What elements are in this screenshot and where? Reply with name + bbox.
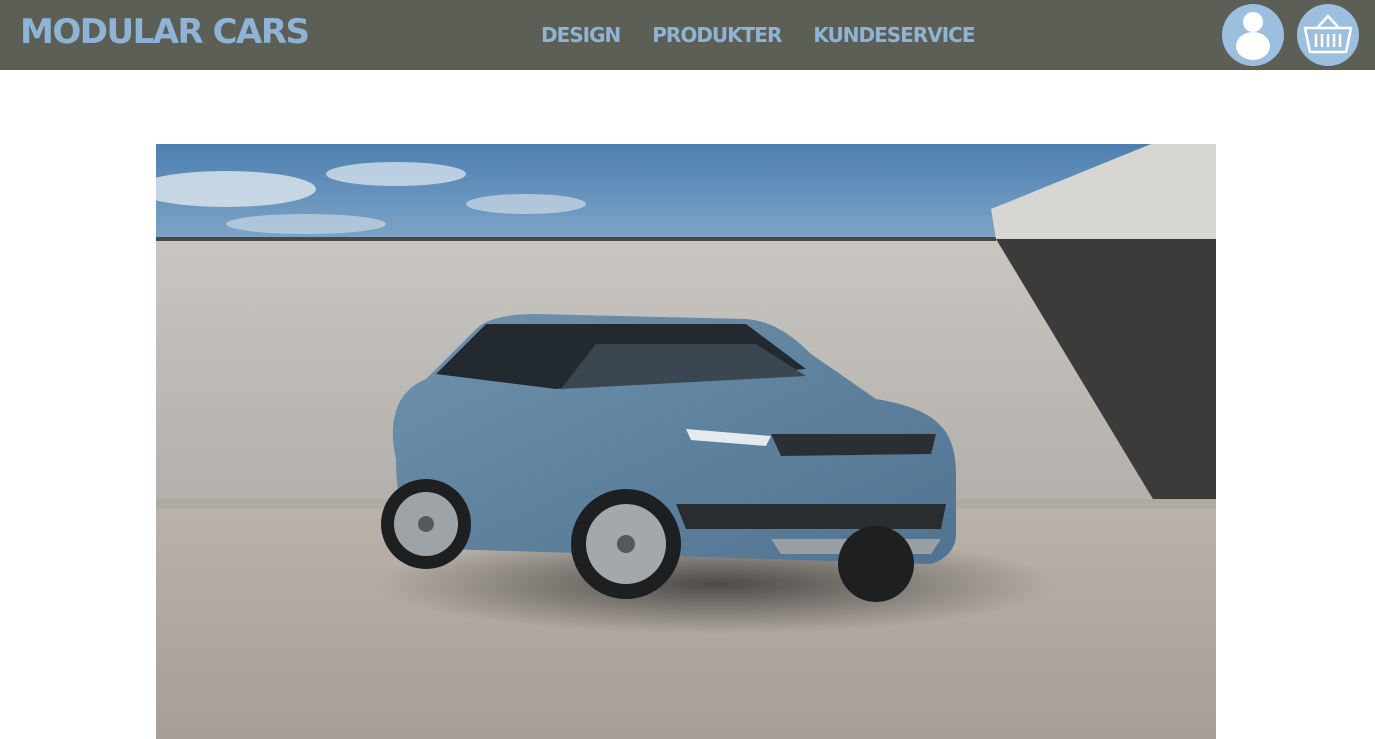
shopping-basket-button[interactable] (1297, 4, 1359, 66)
user-account-button[interactable] (1222, 4, 1284, 66)
main-nav: DESIGN PRODUKTER KUNDESERVICE (541, 20, 1007, 50)
car-photo (156, 144, 1216, 739)
nav-item-design[interactable]: DESIGN (541, 20, 621, 50)
site-header: MODULAR CARS DESIGN PRODUKTER KUNDESERVI… (0, 0, 1375, 70)
user-icon (1236, 12, 1270, 60)
nav-item-kundeservice[interactable]: KUNDESERVICE (813, 20, 975, 50)
brand-logo[interactable]: MODULAR CARS (20, 10, 310, 54)
shopping-basket-icon (1303, 14, 1353, 54)
nav-item-produkter[interactable]: PRODUKTER (652, 20, 782, 50)
hero-image (156, 144, 1216, 739)
